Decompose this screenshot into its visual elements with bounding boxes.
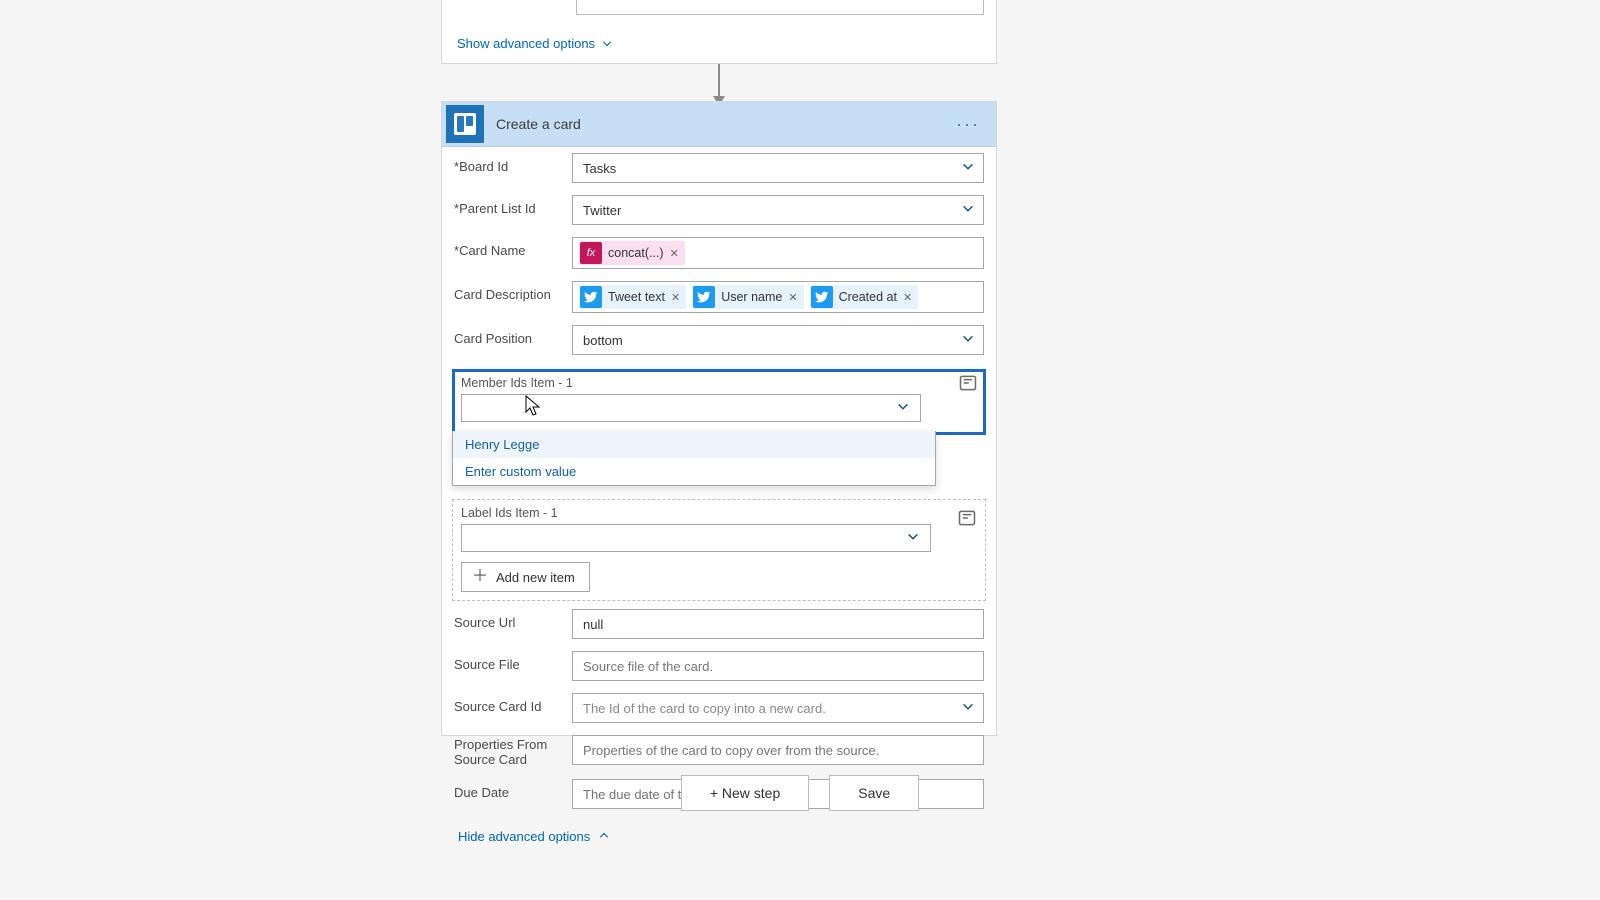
action-title: Create a card (496, 116, 956, 132)
chevron-down-icon (906, 530, 920, 547)
description-input[interactable]: Tweet text ✕ User name ✕ Created at ✕ (572, 281, 984, 313)
twitter-icon (580, 286, 602, 308)
add-item-label: Add new item (496, 570, 575, 585)
label-ids-group: Label Ids Item - 1 ＋ Add new item (452, 499, 986, 601)
member-ids-dropdown: Henry Legge Enter custom value (452, 431, 936, 486)
member-ids-focus: Member Ids Item - 1 (452, 369, 986, 435)
member-ids-group: Member Ids Item - 1 (452, 369, 986, 435)
hide-advanced-label: Hide advanced options (458, 829, 590, 844)
twitter-icon (693, 286, 715, 308)
label-source-file: Source File (454, 651, 572, 672)
label-board: Board Id (454, 153, 572, 174)
source-url-input[interactable]: null (572, 609, 984, 639)
chevron-down-icon (896, 400, 910, 417)
label-parent-list: Parent List Id (454, 195, 572, 216)
card-name-input[interactable]: fx concat(...) ✕ (572, 237, 984, 269)
label-props-src: Properties From Source Card (454, 735, 572, 767)
source-card-select[interactable]: The Id of the card to copy into a new ca… (572, 693, 984, 723)
label-ids-select[interactable] (461, 524, 931, 552)
token-fx-concat[interactable]: fx concat(...) ✕ (579, 241, 685, 265)
source-file-input[interactable] (572, 651, 984, 681)
token-tweet-text[interactable]: Tweet text ✕ (579, 285, 686, 309)
source-url-value: null (583, 617, 603, 632)
chevron-up-icon (598, 829, 610, 844)
action-card: Create a card ··· Board Id Tasks Parent (441, 101, 997, 736)
parent-list-value: Twitter (583, 203, 621, 218)
label-card-name: Card Name (454, 237, 572, 258)
save-button[interactable]: Save (829, 775, 919, 811)
new-step-button[interactable]: + New step (681, 775, 809, 811)
chevron-down-icon (961, 700, 975, 717)
trello-icon (446, 105, 484, 143)
token-label: Created at (839, 290, 897, 304)
plus-icon: ＋ (472, 569, 488, 585)
trigger-input-stub[interactable] (576, 0, 984, 15)
label-position: Card Position (454, 325, 572, 346)
source-card-placeholder: The Id of the card to copy into a new ca… (583, 701, 826, 716)
flow-footer: + New step Save (0, 775, 1600, 811)
trigger-card: Show advanced options (441, 0, 997, 64)
remove-token-icon[interactable]: ✕ (788, 291, 797, 304)
dropdown-option-custom[interactable]: Enter custom value (453, 458, 935, 485)
label-member-ids: Member Ids Item - 1 (461, 376, 977, 390)
action-menu-button[interactable]: ··· (956, 114, 986, 135)
dropdown-option[interactable]: Henry Legge (453, 431, 935, 458)
label-source-url: Source Url (454, 609, 572, 630)
label-source-card: Source Card Id (454, 693, 572, 714)
switch-mode-icon[interactable] (957, 508, 977, 528)
chevron-down-icon (961, 202, 975, 219)
token-created-at[interactable]: Created at ✕ (810, 285, 919, 309)
hide-advanced-link[interactable]: Hide advanced options (458, 829, 996, 844)
remove-token-icon[interactable]: ✕ (903, 291, 912, 304)
flow-connector-arrow (718, 64, 720, 104)
token-user-name[interactable]: User name ✕ (692, 285, 803, 309)
add-item-button[interactable]: ＋ Add new item (461, 562, 590, 592)
remove-token-icon[interactable]: ✕ (671, 291, 680, 304)
position-value: bottom (583, 333, 623, 348)
token-label: User name (721, 290, 782, 304)
label-label-ids: Label Ids Item - 1 (461, 506, 977, 520)
member-ids-select[interactable] (461, 394, 921, 422)
board-select[interactable]: Tasks (572, 153, 984, 183)
switch-mode-icon[interactable] (958, 373, 978, 393)
twitter-icon (811, 286, 833, 308)
board-select-value: Tasks (583, 161, 616, 176)
chevron-down-icon (961, 332, 975, 349)
chevron-down-icon (601, 38, 613, 50)
chevron-down-icon (961, 160, 975, 177)
action-header[interactable]: Create a card ··· (442, 102, 996, 147)
props-src-input[interactable] (572, 735, 984, 765)
parent-list-select[interactable]: Twitter (572, 195, 984, 225)
fx-icon: fx (580, 242, 602, 264)
label-description: Card Description (454, 281, 572, 302)
position-select[interactable]: bottom (572, 325, 984, 355)
token-fx-label: concat(...) (608, 246, 664, 260)
save-label: Save (858, 785, 890, 801)
new-step-label: + New step (710, 785, 780, 801)
show-advanced-link[interactable]: Show advanced options (457, 36, 613, 51)
token-label: Tweet text (608, 290, 665, 304)
remove-token-icon[interactable]: ✕ (670, 247, 679, 260)
show-advanced-label: Show advanced options (457, 36, 595, 51)
